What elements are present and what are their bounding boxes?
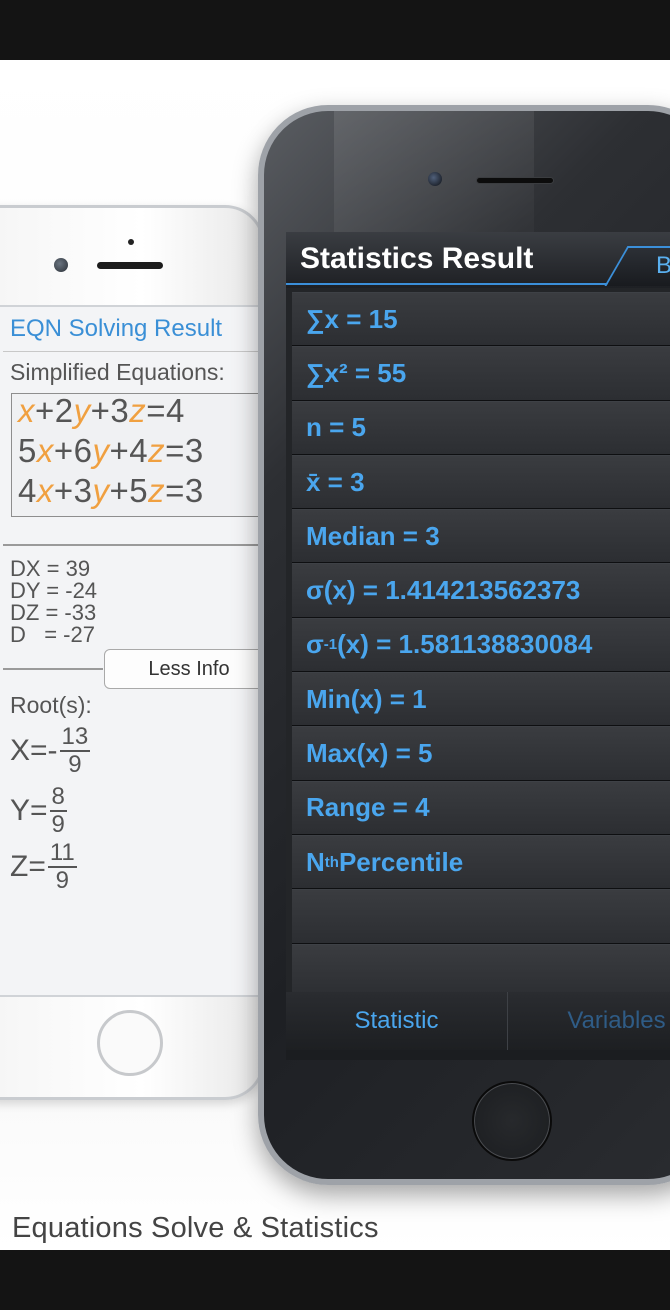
equation-term: +3	[53, 472, 93, 509]
equation-term: +6	[53, 432, 93, 469]
statistics-list: ∑x = 15 ∑x² = 55 n = 5 x̄ = 3 Median = 3 σ(x)…	[292, 292, 670, 998]
equation-variable: x	[36, 472, 54, 509]
divider	[3, 544, 263, 546]
stat-row[interactable]: ∑x = 15	[292, 292, 670, 347]
equation-term: =3	[165, 432, 204, 469]
stat-row[interactable]: Range = 4	[292, 780, 670, 835]
root-prefix: X=-	[10, 734, 58, 767]
home-button[interactable]	[472, 1081, 552, 1161]
less-info-button[interactable]: Less Info	[104, 649, 263, 689]
root-y: Y= 8 9	[10, 785, 67, 837]
promo-canvas: EQN Solving Result Simplified Equations:…	[0, 60, 670, 1250]
equation-term: +2	[35, 392, 74, 429]
tab-statistic[interactable]: Statistic	[286, 992, 508, 1050]
root-prefix: Y=	[10, 794, 48, 827]
equation-variable: z	[148, 432, 166, 469]
determinant-d: D = -27	[10, 622, 95, 647]
equation-variable: y	[92, 472, 110, 509]
root-numerator: 11	[47, 839, 77, 868]
front-camera-icon	[428, 172, 442, 186]
root-fraction: 13 9	[59, 723, 91, 778]
equation-variable: x	[36, 432, 54, 469]
empty-stat-row[interactable]	[292, 943, 670, 998]
tab-bar: Statistic Variables	[286, 992, 670, 1060]
home-button[interactable]	[97, 1010, 163, 1076]
equation-term: +3	[90, 392, 130, 429]
white-phone: EQN Solving Result Simplified Equations:…	[0, 205, 265, 1100]
bottom-letterbox	[0, 1250, 670, 1310]
stat-row[interactable]: n = 5	[292, 400, 670, 455]
divider	[3, 668, 103, 670]
stat-row[interactable]: Median = 3	[292, 509, 670, 564]
top-letterbox	[0, 0, 670, 60]
determinant-dy: DY = -24	[10, 578, 98, 603]
root-denominator: 9	[51, 811, 65, 838]
equation-line: 4x+3y+5z=3	[18, 472, 204, 510]
title-underline	[286, 283, 616, 285]
roots-label: Root(s):	[10, 692, 92, 718]
root-denominator: 9	[68, 751, 82, 778]
equation-line: x+2y+3z=4	[18, 392, 185, 430]
empty-stat-row[interactable]	[292, 889, 670, 944]
divider	[3, 351, 263, 352]
root-fraction: 11 9	[47, 839, 77, 894]
promo-caption: Equations Solve & Statistics	[12, 1212, 379, 1244]
stat-row[interactable]: Min(x) = 1	[292, 672, 670, 727]
equation-term: =4	[146, 392, 185, 429]
back-button-label: B	[656, 252, 670, 279]
statistics-result-screen: Statistics Result B ∑x = 15 ∑x² = 55 n = 5…	[286, 232, 670, 1060]
determinant-dz: DZ = -33	[10, 600, 97, 625]
equation-variable: y	[92, 432, 110, 469]
eqn-result-title: EQN Solving Result	[10, 315, 223, 342]
stat-row[interactable]: σ(x) = 1.414213562373	[292, 563, 670, 618]
front-camera-icon	[54, 258, 68, 272]
root-x: X=- 13 9	[10, 723, 91, 778]
equations-box: x+2y+3z=4 5x+6y+4z=3 4x+3y+5z=3	[11, 392, 263, 517]
earpiece-speaker	[476, 177, 554, 184]
root-denominator: 9	[55, 867, 69, 894]
earpiece-speaker	[97, 262, 163, 269]
equation-term: 5	[18, 432, 37, 469]
eqn-result-screen: EQN Solving Result Simplified Equations:…	[0, 305, 263, 997]
equation-line: 5x+6y+4z=3	[18, 432, 204, 470]
equation-term: +5	[109, 472, 149, 509]
root-numerator: 13	[59, 723, 91, 752]
root-z: Z= 11 9	[10, 841, 77, 893]
root-fraction: 8 9	[49, 783, 67, 838]
stat-row[interactable]: x̄ = 3	[292, 454, 670, 510]
root-prefix: Z=	[10, 850, 46, 883]
equation-term: 4	[18, 472, 37, 509]
black-phone: Statistics Result B ∑x = 15 ∑x² = 55 n = 5…	[258, 105, 670, 1185]
stat-row[interactable]: σ -1 (x) = 1.581138830084	[292, 617, 670, 673]
root-numerator: 8	[49, 783, 67, 812]
stat-row[interactable]: Max(x) = 5	[292, 726, 670, 781]
equation-variable: y	[73, 392, 91, 429]
statistics-result-title: Statistics Result	[300, 242, 534, 275]
equation-term: +4	[109, 432, 149, 469]
determinant-dx: DX = 39	[10, 556, 91, 581]
tab-variables[interactable]: Variables	[508, 992, 670, 1050]
nav-header: Statistics Result B	[286, 232, 670, 288]
simplified-equations-label: Simplified Equations:	[10, 359, 225, 385]
equation-variable: z	[148, 472, 166, 509]
equation-variable: z	[129, 392, 147, 429]
stat-row[interactable]: ∑x² = 55	[292, 346, 670, 401]
equation-variable: x	[18, 392, 35, 429]
stat-row[interactable]: Nth Percentile	[292, 834, 670, 890]
equation-term: =3	[165, 472, 204, 509]
proximity-sensor	[128, 239, 134, 245]
